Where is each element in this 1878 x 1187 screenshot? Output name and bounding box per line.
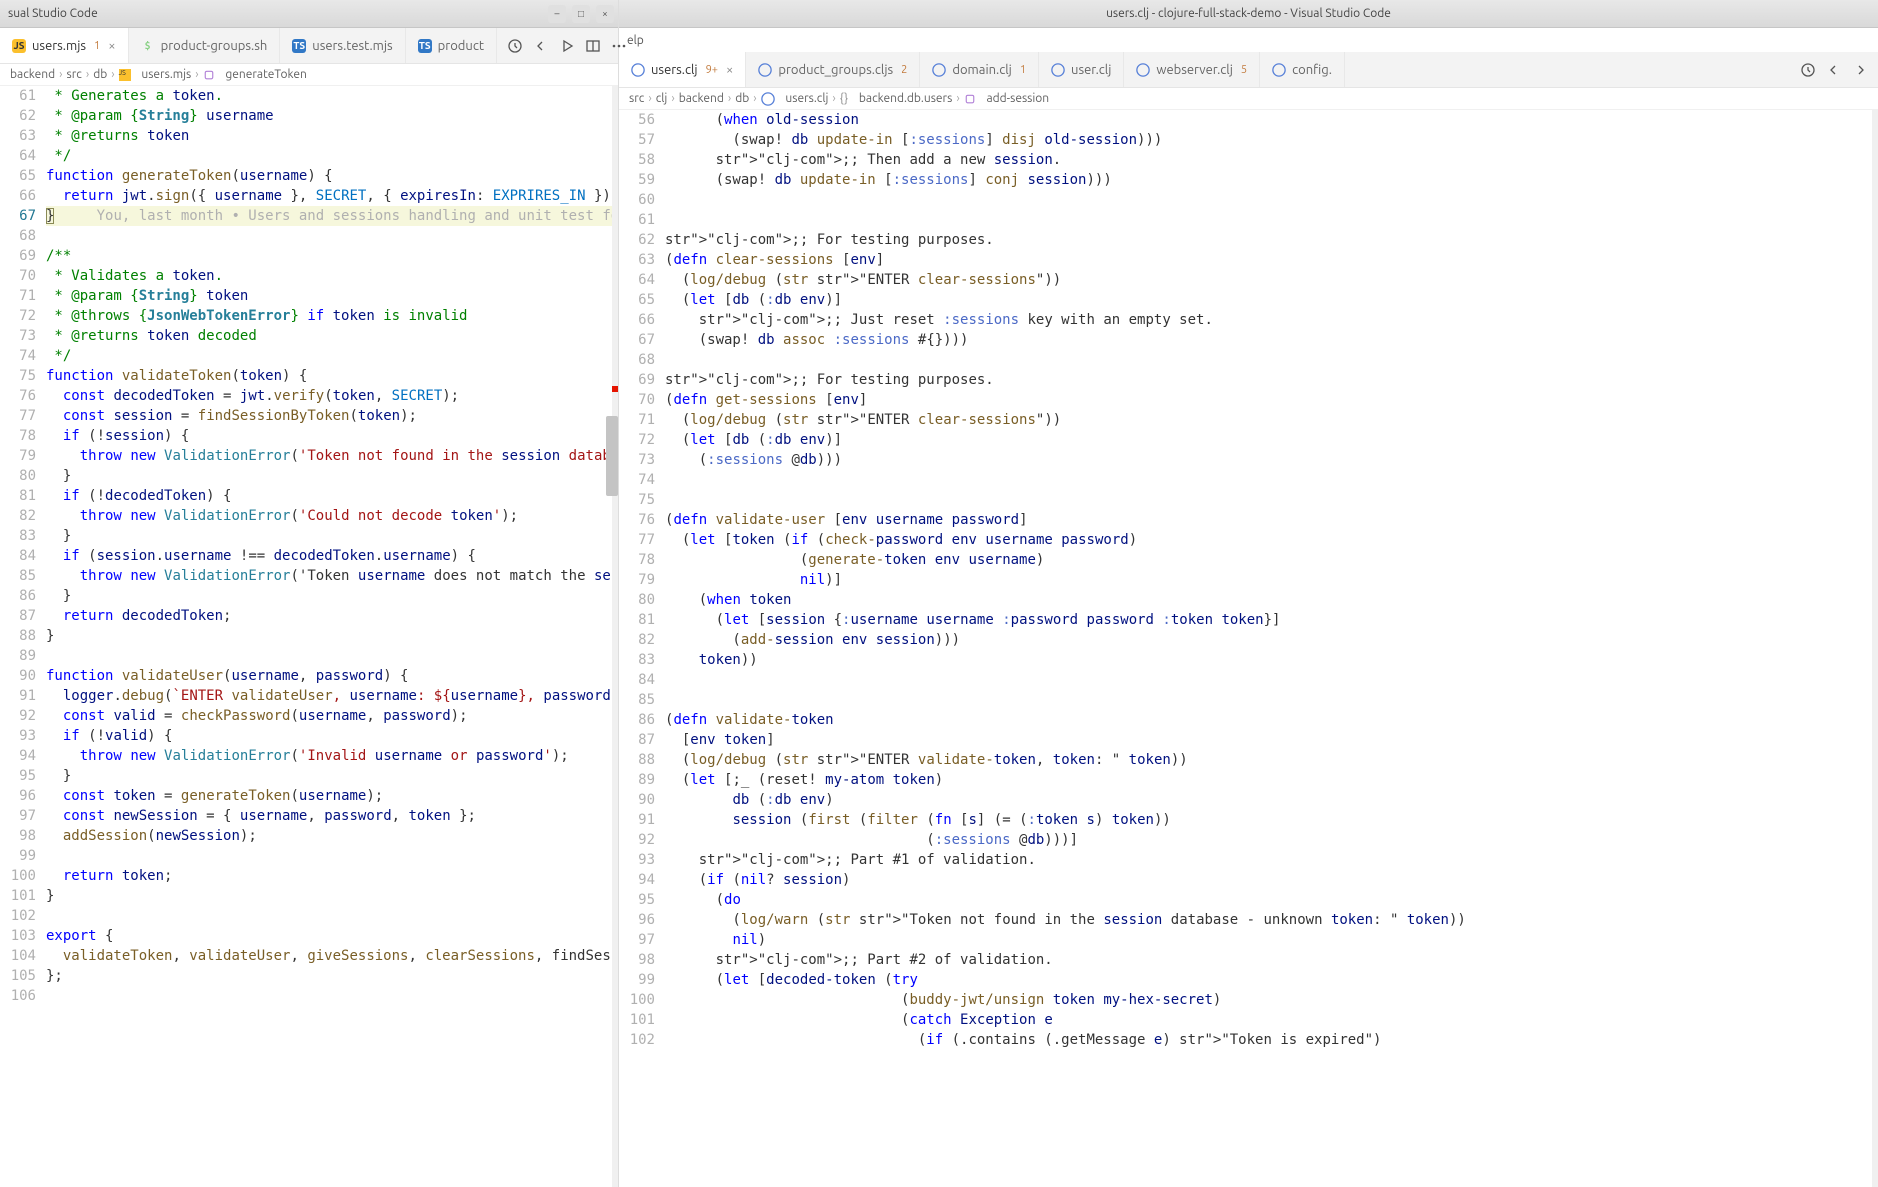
- minimize-button[interactable]: –: [548, 5, 566, 23]
- clojure-file-icon: [631, 63, 645, 77]
- tab-label: domain.clj: [952, 63, 1011, 77]
- crumb-namespace[interactable]: {} backend.db.users: [840, 92, 953, 105]
- maximize-button[interactable]: □: [572, 5, 590, 23]
- close-tab-icon[interactable]: ×: [106, 39, 115, 53]
- left-tab-actions: [497, 28, 637, 63]
- right-tabbar: users.clj 9+ × product_groups.cljs 2 dom…: [619, 52, 1878, 88]
- go-forward-icon[interactable]: [1852, 62, 1868, 78]
- right-vscode-window: users.clj - clojure-full-stack-demo - Vi…: [619, 0, 1878, 1187]
- left-code-area[interactable]: * Generates a token. * @param {String} u…: [46, 86, 612, 1187]
- js-file-icon: JS: [119, 69, 131, 81]
- left-tabbar: JS users.mjs 1 × $ product-groups.sh TS …: [0, 28, 618, 64]
- clojure-file-icon: [761, 92, 775, 106]
- error-marker[interactable]: [612, 386, 618, 392]
- tab-dirty-indicator: 2: [901, 64, 907, 76]
- go-back-icon[interactable]: [1826, 62, 1842, 78]
- tab-dirty-indicator: 9+: [706, 64, 718, 76]
- left-editor[interactable]: 6162636465666768697071727374757677787980…: [0, 86, 618, 1187]
- tab-user-clj[interactable]: user.clj: [1039, 52, 1124, 87]
- clojure-file-icon: [1272, 63, 1286, 77]
- ts-file-icon: TS: [292, 39, 306, 53]
- close-window-button[interactable]: ×: [596, 5, 614, 23]
- right-line-gutter: 5657585960616263646566676869707172737475…: [619, 110, 665, 1187]
- split-editor-icon[interactable]: [585, 38, 601, 54]
- js-file-icon: JS: [12, 39, 26, 53]
- crumb-src[interactable]: src: [67, 68, 82, 81]
- method-icon: [964, 93, 976, 105]
- tab-users-mjs[interactable]: JS users.mjs 1 ×: [0, 28, 129, 63]
- tab-dirty-indicator: 5: [1241, 64, 1247, 76]
- tab-webserver-clj[interactable]: webserver.clj 5: [1124, 52, 1260, 87]
- left-scrollbar[interactable]: [612, 86, 618, 1187]
- right-window-title: users.clj - clojure-full-stack-demo - Vi…: [619, 7, 1878, 20]
- right-titlebar: users.clj - clojure-full-stack-demo - Vi…: [619, 0, 1878, 28]
- go-back-icon[interactable]: [533, 38, 549, 54]
- history-icon[interactable]: [1800, 62, 1816, 78]
- clojure-file-icon: [1051, 63, 1065, 77]
- tab-dirty-indicator: 1: [1020, 64, 1026, 76]
- clojure-file-icon: [932, 63, 946, 77]
- right-tab-actions: [1790, 52, 1878, 87]
- scroll-thumb[interactable]: [606, 416, 618, 496]
- crumb-file[interactable]: JS users.mjs: [119, 68, 192, 81]
- tab-domain-clj[interactable]: domain.clj 1: [920, 52, 1039, 87]
- right-editor[interactable]: 5657585960616263646566676869707172737475…: [619, 110, 1878, 1187]
- crumb-symbol[interactable]: generateToken: [203, 68, 307, 81]
- left-titlebar: sual Studio Code – □ ×: [0, 0, 618, 28]
- left-window-controls: – □ ×: [548, 5, 614, 23]
- left-window-title: sual Studio Code: [0, 7, 618, 20]
- tab-label: webserver.clj: [1156, 63, 1232, 77]
- shell-file-icon: $: [141, 39, 155, 53]
- tab-product-groups-sh[interactable]: $ product-groups.sh: [129, 28, 281, 63]
- right-menubar: elp: [619, 28, 1878, 52]
- tab-label: user.clj: [1071, 63, 1111, 77]
- tab-label: users.clj: [651, 63, 698, 77]
- clojure-file-icon: [1136, 63, 1150, 77]
- crumb-file[interactable]: users.clj: [761, 92, 829, 106]
- tab-label: config.: [1292, 63, 1332, 77]
- crumb-db[interactable]: db: [735, 92, 749, 105]
- clojure-file-icon: [758, 63, 772, 77]
- tab-label: product_groups.cljs: [778, 63, 893, 77]
- left-vscode-window: sual Studio Code – □ × JS users.mjs 1 × …: [0, 0, 619, 1187]
- right-breadcrumbs: src› clj› backend› db› users.clj› {} bac…: [619, 88, 1878, 110]
- right-scrollbar[interactable]: [1872, 110, 1878, 1187]
- right-code-area[interactable]: (when old-session (swap! db update-in [:…: [665, 110, 1872, 1187]
- crumb-src[interactable]: src: [629, 92, 644, 105]
- crumb-symbol[interactable]: add-session: [964, 92, 1049, 105]
- tab-label: users.test.mjs: [312, 39, 392, 53]
- run-icon[interactable]: [559, 38, 575, 54]
- crumb-db[interactable]: db: [93, 68, 107, 81]
- tab-config[interactable]: config.: [1260, 52, 1345, 87]
- crumb-clj[interactable]: clj: [656, 92, 668, 105]
- ts-file-icon: TS: [418, 39, 432, 53]
- tab-product[interactable]: TS product: [406, 28, 497, 63]
- tab-label: users.mjs: [32, 39, 86, 53]
- crumb-backend[interactable]: backend: [10, 68, 55, 81]
- tab-users-clj[interactable]: users.clj 9+ ×: [619, 52, 746, 87]
- close-tab-icon[interactable]: ×: [724, 63, 733, 77]
- crumb-backend[interactable]: backend: [679, 92, 724, 105]
- left-breadcrumbs: backend› src› db› JS users.mjs› generate…: [0, 64, 618, 86]
- tab-dirty-indicator: 1: [94, 40, 100, 52]
- tab-label: product: [438, 39, 484, 53]
- tab-users-test-mjs[interactable]: TS users.test.mjs: [280, 28, 405, 63]
- method-icon: [203, 69, 215, 81]
- left-line-gutter: 6162636465666768697071727374757677787980…: [0, 86, 46, 1187]
- tab-product-groups-cljs[interactable]: product_groups.cljs 2: [746, 52, 920, 87]
- tab-label: product-groups.sh: [161, 39, 268, 53]
- history-icon[interactable]: [507, 38, 523, 54]
